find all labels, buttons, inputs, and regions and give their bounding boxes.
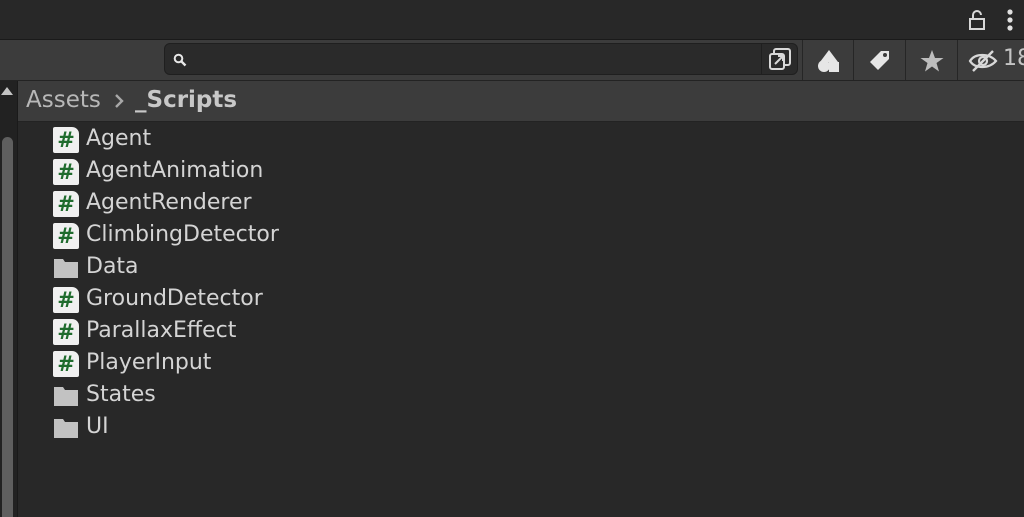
asset-name: States xyxy=(86,382,156,407)
search-by-label-icon xyxy=(870,51,889,70)
list-item[interactable]: # ClimbingDetector xyxy=(18,220,418,252)
asset-name: UI xyxy=(86,414,109,439)
asset-name: Agent xyxy=(86,126,152,151)
list-item[interactable]: Data xyxy=(18,252,418,284)
list-item[interactable]: # GroundDetector xyxy=(18,284,418,316)
asset-name: ParallaxEffect xyxy=(86,318,237,343)
list-item[interactable]: # PlayerInput xyxy=(18,348,418,380)
scrollbar-thumb[interactable] xyxy=(2,137,13,517)
list-item[interactable]: # AgentAnimation xyxy=(18,156,418,188)
window-titlebar xyxy=(0,0,1024,40)
csharp-script-icon: # xyxy=(53,159,79,185)
hidden-packages-eye-icon xyxy=(968,50,998,72)
folder-icon xyxy=(54,259,78,278)
asset-name: ClimbingDetector xyxy=(86,222,279,247)
search-by-label-button[interactable] xyxy=(853,40,903,80)
list-item[interactable]: States xyxy=(18,380,418,412)
list-item[interactable]: # AgentRenderer xyxy=(18,188,418,220)
list-item[interactable]: # ParallaxEffect xyxy=(18,316,418,348)
project-toolbar: 18 xyxy=(0,40,1024,81)
search-new-window-button[interactable] xyxy=(761,44,797,74)
asset-name: PlayerInput xyxy=(86,350,212,375)
breadcrumb-item-current[interactable]: _Scripts xyxy=(135,87,237,113)
csharp-script-icon: # xyxy=(53,287,79,313)
asset-name: AgentRenderer xyxy=(86,190,252,215)
favorites-star-icon xyxy=(920,50,944,72)
folder-icon xyxy=(54,387,78,406)
breadcrumb: Assets _Scripts xyxy=(18,81,1024,122)
list-item[interactable]: # Agent xyxy=(18,124,418,156)
lock-icon[interactable] xyxy=(965,8,989,32)
hidden-packages-button[interactable]: 18 xyxy=(957,40,1024,80)
search-icon xyxy=(173,53,187,67)
asset-name: GroundDetector xyxy=(86,286,263,311)
asset-name: AgentAnimation xyxy=(86,158,264,183)
search-by-type-button[interactable] xyxy=(802,40,852,80)
search-by-type-icon xyxy=(818,50,839,72)
csharp-script-icon: # xyxy=(53,351,79,377)
folder-tree-panel xyxy=(0,81,18,517)
csharp-script-icon: # xyxy=(53,223,79,249)
csharp-script-icon: # xyxy=(53,127,79,153)
open-in-window-icon xyxy=(769,48,791,70)
csharp-script-icon: # xyxy=(53,191,79,217)
search-field[interactable] xyxy=(164,43,798,75)
asset-list: # Agent # AgentAnimation # AgentRenderer… xyxy=(18,122,1024,517)
scroll-up-arrow-icon[interactable] xyxy=(1,87,13,95)
csharp-script-icon: # xyxy=(53,319,79,345)
favorites-button[interactable] xyxy=(905,40,955,80)
breadcrumb-item-assets[interactable]: Assets xyxy=(26,87,101,113)
chevron-right-icon xyxy=(115,94,124,108)
kebab-menu-icon[interactable] xyxy=(1000,8,1020,32)
asset-name: Data xyxy=(86,254,139,279)
list-item[interactable]: UI xyxy=(18,412,418,444)
folder-icon xyxy=(54,419,78,438)
hidden-packages-count: 18 xyxy=(1003,46,1024,71)
search-input[interactable] xyxy=(193,46,757,74)
